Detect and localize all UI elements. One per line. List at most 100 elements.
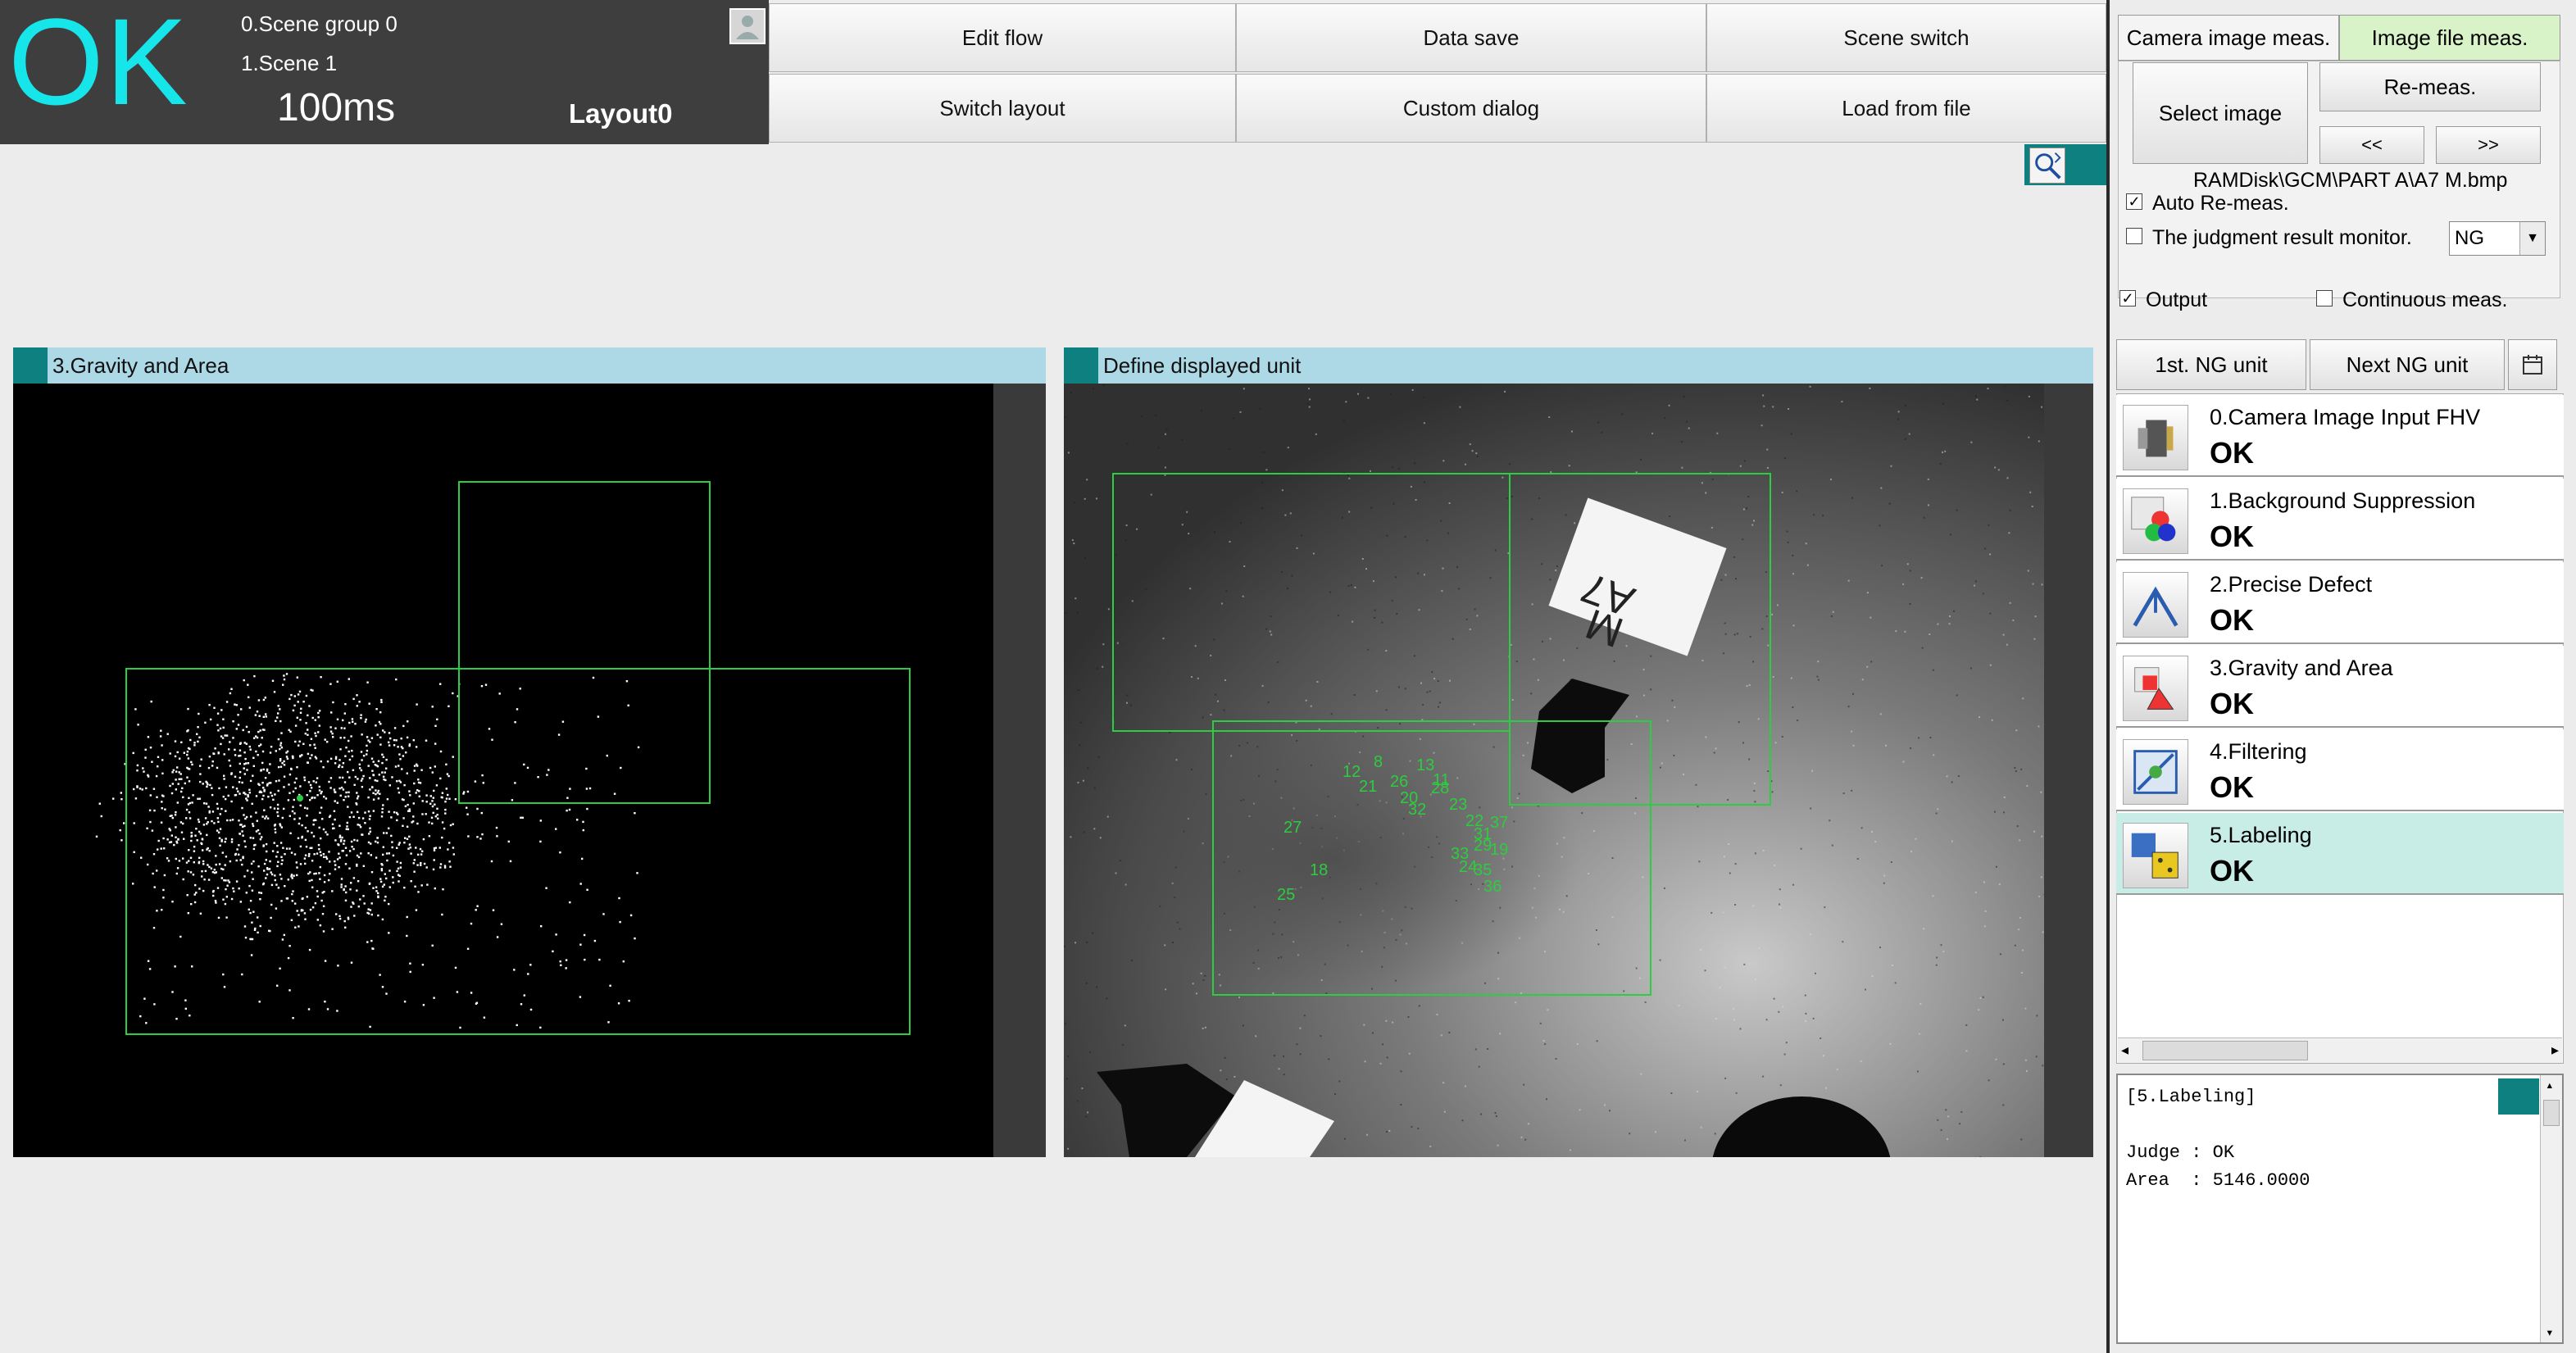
particle xyxy=(379,974,381,976)
particle xyxy=(311,860,314,862)
next-ng-unit-button[interactable]: Next NG unit xyxy=(2310,339,2505,390)
chevron-left-icon[interactable]: ◂ xyxy=(2121,1042,2128,1059)
particle xyxy=(250,954,253,956)
data-save-button[interactable]: Data save xyxy=(1236,3,1706,72)
particle xyxy=(247,762,250,765)
particle xyxy=(322,930,325,933)
particle xyxy=(211,760,214,763)
particle xyxy=(377,892,379,895)
particle xyxy=(539,820,542,822)
particle xyxy=(282,847,284,849)
particle xyxy=(223,986,226,988)
continuous-meas-checkbox[interactable] xyxy=(2316,290,2333,306)
particle xyxy=(288,773,292,776)
particle xyxy=(287,956,290,960)
particle xyxy=(263,788,266,792)
chevron-right-icon[interactable]: ▸ xyxy=(2551,1042,2559,1059)
particle xyxy=(218,787,220,790)
judgment-select[interactable]: NG ▼ xyxy=(2449,221,2546,256)
re-meas-button[interactable]: Re-meas. xyxy=(2319,62,2541,111)
noise-dot xyxy=(1705,736,1707,738)
particle xyxy=(149,794,152,797)
particle xyxy=(220,709,223,711)
custom-dialog-button[interactable]: Custom dialog xyxy=(1236,74,1706,143)
noise-dot xyxy=(1456,566,1458,569)
noise-dot xyxy=(1077,1100,1079,1102)
particle xyxy=(454,798,457,801)
unit-gravity-and-area[interactable]: 3.Gravity and Area OK xyxy=(2116,646,2564,728)
select-image-button[interactable]: Select image xyxy=(2133,62,2308,164)
first-ng-unit-button[interactable]: 1st. NG unit xyxy=(2116,339,2306,390)
noise-dot xyxy=(1308,406,1311,408)
particle xyxy=(434,815,437,818)
noise-dot xyxy=(1812,1017,1815,1019)
auto-remeas-checkbox[interactable]: ✓ xyxy=(2126,193,2142,210)
particle xyxy=(307,781,311,783)
particle xyxy=(239,833,241,835)
detail-scrollbar[interactable]: ▴ ▾ xyxy=(2540,1075,2562,1342)
load-from-file-button[interactable]: Load from file xyxy=(1706,74,2106,143)
particle xyxy=(415,847,417,849)
particle xyxy=(269,751,272,754)
noise-dot xyxy=(1366,1133,1369,1136)
particle xyxy=(620,766,622,770)
chevron-up-icon[interactable]: ▴ xyxy=(2546,1077,2554,1093)
particle xyxy=(265,715,267,718)
switch-layout-button[interactable]: Switch layout xyxy=(769,74,1236,143)
unit-result: OK xyxy=(2210,436,2254,470)
particle xyxy=(139,788,142,790)
scroll-thumb[interactable] xyxy=(2543,1100,2560,1126)
camera-image[interactable]: A7 M 128 1321 26 2820 2322313733353624293227… xyxy=(1064,384,2044,1157)
particle xyxy=(265,713,267,715)
detail-output-area[interactable]: [5.Labeling] Judge : OK Area : 5146.0000… xyxy=(2116,1074,2564,1344)
particle xyxy=(344,885,347,888)
tab-camera-image-meas[interactable]: Camera image meas. xyxy=(2118,15,2339,61)
judgment-monitor-checkbox[interactable] xyxy=(2126,228,2142,244)
unit-precise-defect[interactable]: 2.Precise Defect OK xyxy=(2116,562,2564,644)
particle xyxy=(285,847,288,850)
unit-filtering[interactable]: 4.Filtering OK xyxy=(2116,729,2564,811)
left-panel-scrollbar[interactable] xyxy=(993,384,1046,1157)
noise-dot xyxy=(1300,534,1302,537)
unit-background-suppression[interactable]: 1.Background Suppression OK xyxy=(2116,479,2564,561)
particle xyxy=(180,778,183,780)
particle xyxy=(579,943,582,946)
tab-image-file-meas[interactable]: Image file meas. xyxy=(2339,15,2560,61)
noise-dot xyxy=(1683,774,1685,775)
particle xyxy=(343,712,346,715)
previous-image-button[interactable]: << xyxy=(2319,126,2424,164)
particle xyxy=(189,1015,191,1017)
scene-switch-button[interactable]: Scene switch xyxy=(1706,3,2106,72)
unit-name: 3.Gravity and Area xyxy=(2210,656,2393,680)
calendar-icon[interactable] xyxy=(2508,339,2557,390)
user-icon[interactable] xyxy=(729,8,766,44)
edit-flow-button[interactable]: Edit flow xyxy=(769,3,1236,72)
right-panel-scrollbar[interactable] xyxy=(2044,384,2093,1157)
chevron-down-icon[interactable]: ▼ xyxy=(2519,222,2545,255)
particle xyxy=(529,1008,533,1011)
unit-list-hscrollbar[interactable]: ◂ ▸ xyxy=(2118,1037,2562,1063)
output-checkbox[interactable]: ✓ xyxy=(2119,290,2136,306)
particle xyxy=(401,768,403,770)
zoom-icon[interactable] xyxy=(2029,148,2065,184)
unit-camera-image-input[interactable]: 0.Camera Image Input FHV OK xyxy=(2116,395,2564,477)
detail-area: Area : 5146.0000 xyxy=(2126,1170,2310,1191)
noise-dot xyxy=(1937,1119,1939,1121)
label-number: 12 xyxy=(1343,763,1361,781)
next-image-button[interactable]: >> xyxy=(2436,126,2541,164)
noise-dot xyxy=(1932,895,1934,897)
noise-dot xyxy=(1449,679,1451,682)
chevron-down-icon[interactable]: ▾ xyxy=(2546,1324,2554,1341)
noise-dot xyxy=(1805,1020,1807,1023)
particle xyxy=(320,760,322,763)
noise-dot xyxy=(1522,754,1524,756)
noise-dot xyxy=(1906,563,1909,565)
noise-dot xyxy=(1214,531,1215,533)
particle xyxy=(254,714,257,716)
particle xyxy=(448,774,450,778)
noise-dot xyxy=(1433,678,1436,680)
unit-labeling[interactable]: 5.Labeling OK xyxy=(2116,813,2564,895)
noise-dot xyxy=(1866,665,1869,668)
scroll-thumb[interactable] xyxy=(2142,1041,2308,1060)
gravity-area-image[interactable] xyxy=(13,384,993,1157)
